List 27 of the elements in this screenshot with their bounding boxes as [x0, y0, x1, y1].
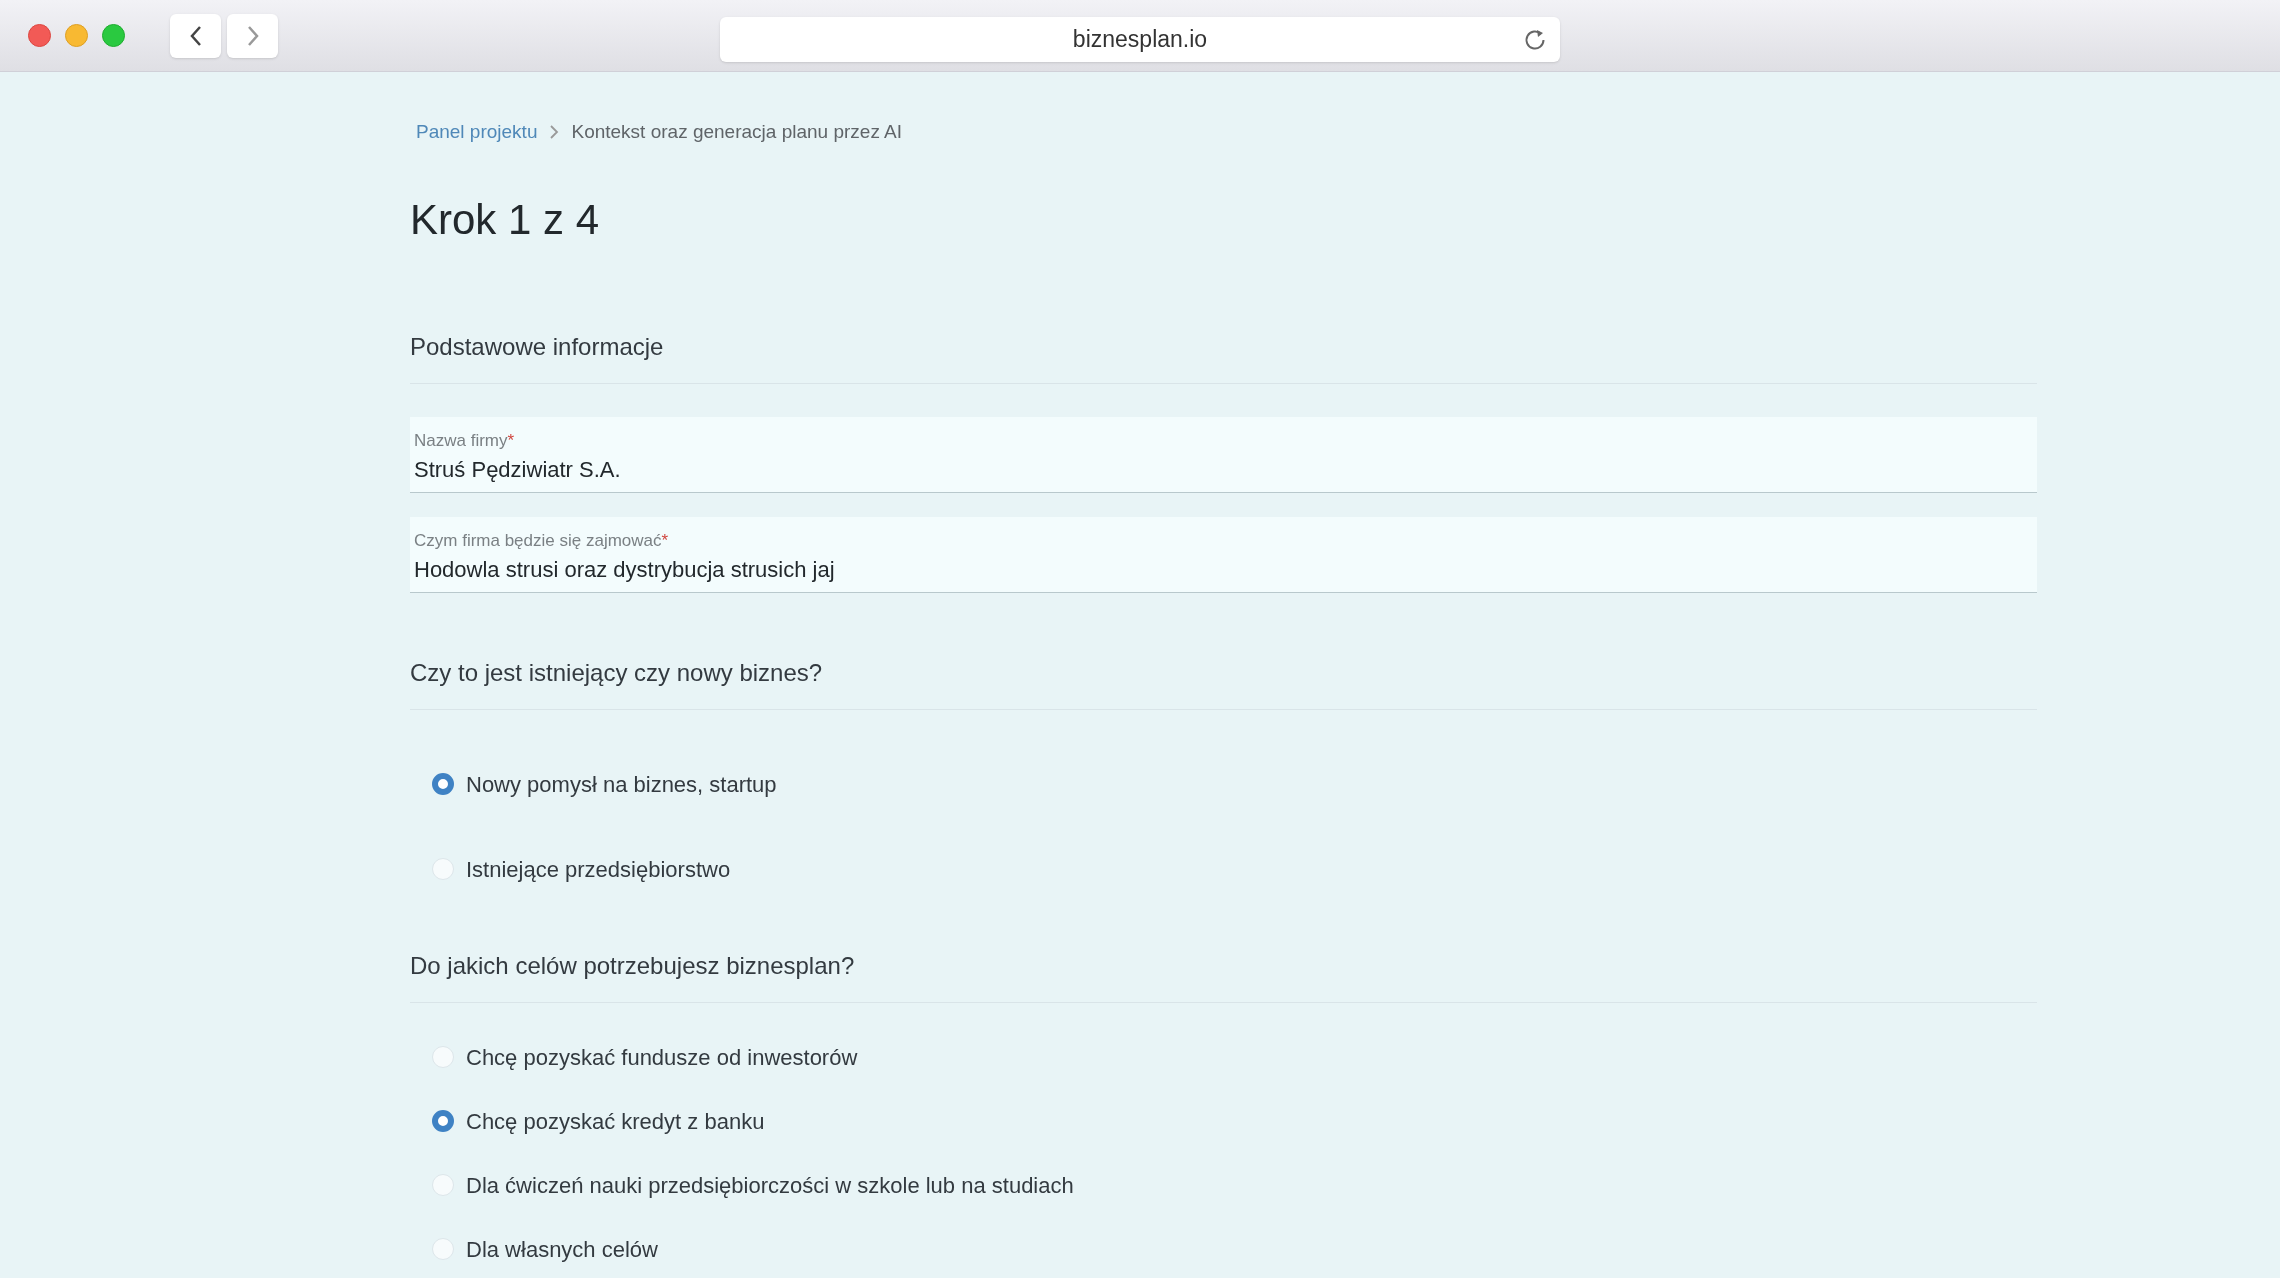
- radio-label[interactable]: Istniejące przedsiębiorstwo: [466, 852, 731, 886]
- close-window-icon[interactable]: [28, 24, 51, 47]
- radio-label[interactable]: Chcę pozyskać kredyt z banku: [466, 1104, 765, 1138]
- radio-button[interactable]: [432, 773, 454, 795]
- radio-label[interactable]: Chcę pozyskać fundusze od inwestorów: [466, 1040, 858, 1074]
- address-bar[interactable]: biznesplan.io: [720, 17, 1560, 62]
- field-label: Nazwa firmy*: [414, 429, 516, 452]
- minimize-window-icon[interactable]: [65, 24, 88, 47]
- text-field[interactable]: Czym firma będzie się zajmować* Hodowla strusi oraz dystrybucja strusich jaj: [410, 516, 2037, 593]
- chevron-right-icon: [549, 124, 560, 141]
- radio-label[interactable]: Dla ćwiczeń nauki przedsiębiorczości w szkole lub na studiach: [466, 1168, 1074, 1202]
- text-field[interactable]: Nazwa firmy* Struś Pędziwiatr S.A.: [410, 416, 2037, 493]
- page-title: Krok 1 z 4: [410, 198, 601, 241]
- forward-button[interactable]: [227, 13, 278, 58]
- section-heading: Podstawowe informacje: [410, 328, 2037, 384]
- maximize-window-icon[interactable]: [102, 24, 125, 47]
- breadcrumb-current: Kontekst oraz generacja planu przez AI: [571, 120, 903, 144]
- radio-button[interactable]: [432, 1110, 454, 1132]
- radio-label[interactable]: Dla własnych celów: [466, 1232, 658, 1266]
- url-text: biznesplan.io: [1072, 25, 1208, 55]
- field-value: Hodowla strusi oraz dystrybucja strusich jaj: [414, 556, 836, 584]
- radio-label[interactable]: Nowy pomysł na biznes, startup: [466, 767, 777, 801]
- field-value: Struś Pędziwiatr S.A.: [414, 456, 622, 484]
- field-label: Czym firma będzie się zajmować*: [414, 529, 670, 552]
- back-button[interactable]: [170, 13, 221, 58]
- section-heading: Czy to jest istniejący czy nowy biznes?: [410, 654, 2037, 710]
- section-heading: Do jakich celów potrzebujesz biznesplan?: [410, 947, 2037, 1003]
